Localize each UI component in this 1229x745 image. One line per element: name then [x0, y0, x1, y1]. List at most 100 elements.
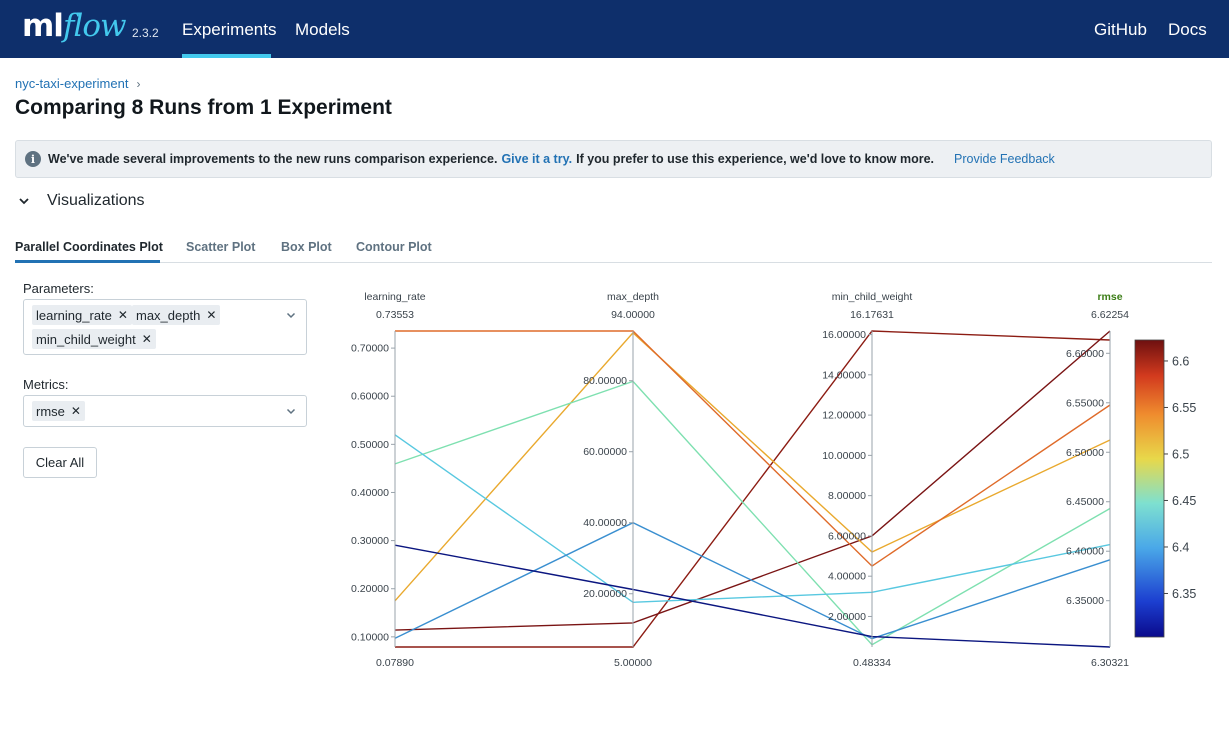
plot-tabs: Parallel Coordinates Plot Scatter Plot B… — [15, 238, 1212, 263]
parameter-chip-label: max_depth — [136, 307, 201, 323]
run-line[interactable] — [394, 331, 1111, 602]
run-line[interactable] — [394, 434, 1111, 604]
axis-tick-label: 60.00000 — [583, 446, 627, 458]
banner-text-2: If you prefer to use this experience, we… — [576, 152, 935, 166]
chevron-down-icon — [19, 198, 29, 205]
axis-tick-label: 6.50000 — [1066, 447, 1104, 459]
info-banner: i We've made several improvements to the… — [15, 140, 1212, 178]
metrics-label: Metrics: — [23, 377, 69, 392]
run-line[interactable] — [395, 330, 1111, 648]
axis-tick-label: 0.20000 — [351, 583, 389, 595]
run-line[interactable] — [394, 544, 1111, 648]
axis-max-label: 6.62254 — [1091, 309, 1129, 321]
colorbar-tick-label: 6.55 — [1172, 401, 1196, 415]
nav-active-indicator — [182, 54, 271, 58]
parallel-coordinates-chart[interactable]: learning_rate 0.73553 0.07890 0.10000 0.2000… — [330, 280, 1210, 680]
run-line[interactable] — [394, 380, 1111, 646]
colorbar-tick-label: 6.4 — [1172, 540, 1189, 554]
mlflow-logo[interactable]: ml flow 2.3.2 — [22, 8, 159, 48]
chevron-down-icon[interactable] — [286, 310, 296, 320]
tab-scatter-plot[interactable]: Scatter Plot — [186, 240, 255, 254]
axis-tick-label: 40.00000 — [583, 517, 627, 529]
axis-tick-label: 6.45000 — [1066, 496, 1104, 508]
breadcrumb: nyc-taxi-experiment › — [15, 76, 140, 91]
axis-title[interactable]: min_child_weight — [832, 291, 913, 303]
close-icon[interactable]: ✕ — [71, 404, 81, 418]
axis-max-label: 16.17631 — [850, 309, 894, 321]
colorbar — [1134, 339, 1165, 638]
colorbar-tick-label: 6.6 — [1172, 354, 1189, 368]
axis-tick-label: 2.00000 — [828, 611, 866, 623]
tab-contour-plot[interactable]: Contour Plot — [356, 240, 432, 254]
clear-all-button[interactable]: Clear All — [23, 447, 97, 478]
close-icon[interactable]: ✕ — [142, 332, 152, 346]
nav-experiments[interactable]: Experiments — [182, 20, 276, 40]
axis-tick-label: 6.55000 — [1066, 397, 1104, 409]
banner-try-link[interactable]: Give it a try. — [501, 152, 572, 166]
parameters-label: Parameters: — [23, 281, 94, 296]
metric-chip-label: rmse — [36, 403, 65, 419]
parameter-chip: max_depth ✕ — [132, 305, 221, 325]
close-icon[interactable]: ✕ — [206, 308, 216, 322]
axis-tick-label: 6.60000 — [1066, 348, 1104, 360]
nav-docs[interactable]: Docs — [1168, 20, 1207, 40]
axis-tick-label: 0.60000 — [351, 391, 389, 403]
axis-tick-label: 80.00000 — [583, 375, 627, 387]
provide-feedback-link[interactable]: Provide Feedback — [954, 152, 1055, 166]
axis-tick-label: 6.35000 — [1066, 595, 1104, 607]
axis-tick-label: 6.40000 — [1066, 546, 1104, 558]
tab-box-plot[interactable]: Box Plot — [281, 240, 332, 254]
axis-title[interactable]: rmse — [1097, 291, 1122, 303]
axis-title[interactable]: max_depth — [607, 291, 659, 303]
breadcrumb-separator: › — [136, 76, 141, 91]
axis-tick-label: 16.00000 — [822, 329, 866, 341]
axis-tick-label: 0.30000 — [351, 535, 389, 547]
version-label: 2.3.2 — [132, 26, 159, 40]
axis-tick-label: 0.40000 — [351, 487, 389, 499]
axis-max-label: 0.73553 — [376, 309, 414, 321]
axis-title[interactable]: learning_rate — [364, 291, 425, 303]
axis-min-label: 5.00000 — [614, 657, 652, 669]
logo-ml-text: ml — [22, 8, 64, 44]
axis-min-label: 0.48334 — [853, 657, 891, 669]
parameter-chip-label: min_child_weight — [36, 331, 136, 347]
axis-min-label: 0.07890 — [376, 657, 414, 669]
axis-max-label: 94.00000 — [611, 309, 655, 321]
metrics-select[interactable]: rmse ✕ — [23, 395, 307, 427]
axis-tick-label: 8.00000 — [828, 490, 866, 502]
nav-github[interactable]: GitHub — [1094, 20, 1147, 40]
axis-tick-label: 20.00000 — [583, 588, 627, 600]
chevron-down-icon[interactable] — [286, 406, 296, 416]
colorbar-tick-label: 6.35 — [1172, 587, 1196, 601]
visualizations-title: Visualizations — [47, 192, 145, 209]
axis-tick-label: 0.10000 — [351, 631, 389, 643]
axis-tick-label: 10.00000 — [822, 450, 866, 462]
info-icon: i — [25, 151, 41, 167]
logo-flow-text: flow — [62, 8, 127, 44]
axis-min-label: 6.30321 — [1091, 657, 1129, 669]
page-title: Comparing 8 Runs from 1 Experiment — [15, 96, 392, 119]
visualizations-toggle[interactable]: Visualizations — [18, 192, 145, 210]
colorbar-tick-label: 6.45 — [1172, 494, 1196, 508]
run-line[interactable] — [395, 330, 1111, 568]
active-tab-indicator — [15, 260, 160, 263]
tab-parallel-coordinates[interactable]: Parallel Coordinates Plot — [15, 240, 163, 254]
axis-tick-label: 0.50000 — [351, 439, 389, 451]
axis-tick-label: 4.00000 — [828, 571, 866, 583]
banner-text: We've made several improvements to the n… — [48, 152, 498, 166]
axis-tick-label: 0.70000 — [351, 343, 389, 355]
close-icon[interactable]: ✕ — [118, 308, 128, 322]
breadcrumb-experiment-link[interactable]: nyc-taxi-experiment — [15, 76, 128, 91]
axis-tick-label: 14.00000 — [822, 369, 866, 381]
parameter-chip-label: learning_rate — [36, 307, 112, 323]
top-navigation-bar: ml flow 2.3.2 Experiments Models GitHub D… — [0, 0, 1229, 58]
parameter-chip: min_child_weight ✕ — [32, 329, 156, 349]
metric-chip: rmse ✕ — [32, 401, 85, 421]
parameters-select[interactable]: learning_rate ✕ max_depth ✕ min_child_we… — [23, 299, 307, 355]
colorbar-tick-label: 6.5 — [1172, 447, 1189, 461]
axis-tick-label: 12.00000 — [822, 410, 866, 422]
nav-models[interactable]: Models — [295, 20, 350, 40]
parameter-chip: learning_rate ✕ — [32, 305, 132, 325]
run-line[interactable] — [394, 521, 1111, 640]
axis-tick-label: 6.00000 — [828, 530, 866, 542]
